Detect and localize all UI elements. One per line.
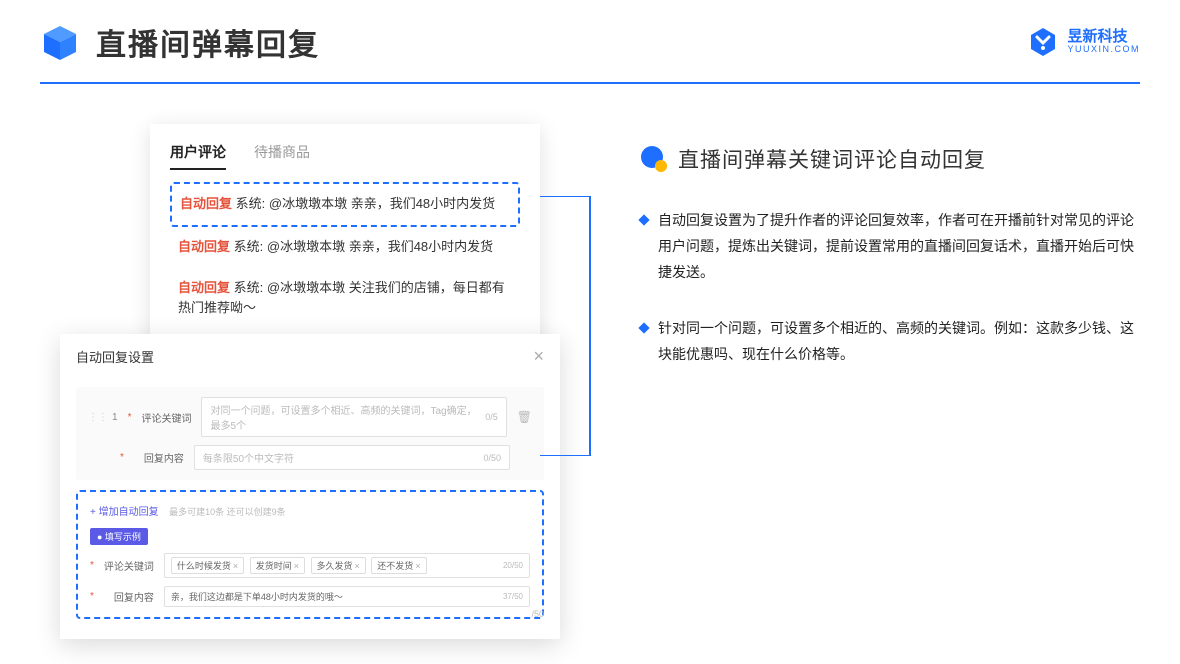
bullet-text: 自动回复设置为了提升作者的评论回复效率，作者可在开播前针对常见的评论用户问题，提… — [658, 208, 1140, 286]
trash-icon[interactable]: 🗑 — [517, 410, 532, 424]
cube-icon — [40, 22, 80, 62]
tag[interactable]: 还不发货× — [371, 557, 426, 574]
auto-reply-label: 自动回复 — [178, 239, 230, 254]
bullet-text: 针对同一个问题，可设置多个相近的、高频的关键词。例如：这款多少钱、这块能优惠吗、… — [658, 316, 1140, 368]
close-icon[interactable]: × — [533, 346, 544, 367]
drag-icon[interactable]: ⋮⋮ — [88, 412, 108, 423]
brand: 昱新科技 YUUXIN.COM — [1027, 26, 1140, 58]
placeholder: 每条限50个中文字符 — [203, 450, 294, 465]
left-stack: 用户评论 待播商品 自动回复 系统: @冰墩墩本墩 亲亲，我们48小时内发货 自… — [60, 124, 560, 594]
comment-row: 自动回复 系统: @冰墩墩本墩 亲亲，我们48小时内发货 — [170, 227, 520, 268]
header: 直播间弹幕回复 昱新科技 YUUXIN.COM — [0, 0, 1180, 64]
tag[interactable]: 发货时间× — [250, 557, 305, 574]
tabs: 用户评论 待播商品 — [170, 142, 520, 170]
brand-url: YUUXIN.COM — [1067, 45, 1140, 55]
system-label: 系统: — [236, 196, 266, 211]
system-label: 系统: — [234, 280, 264, 295]
keyword-input[interactable]: 对同一个问题，可设置多个相近、高频的关键词，Tag确定，最多5个 0/5 — [201, 397, 506, 437]
char-count: 0/5 — [485, 412, 498, 422]
add-auto-reply-link[interactable]: + 增加自动回复 — [90, 507, 159, 518]
keyword-label: 评论关键词 — [141, 410, 191, 425]
example-badge: ● 填写示例 — [90, 528, 148, 545]
reply-label: 回复内容 — [104, 589, 154, 604]
char-count: 20/50 — [503, 561, 523, 570]
section-title: 直播间弹幕关键词评论自动回复 — [678, 144, 986, 174]
diamond-icon — [638, 214, 649, 225]
reply-input[interactable]: 每条限50个中文字符 0/50 — [194, 445, 510, 470]
placeholder: 对同一个问题，可设置多个相近、高频的关键词，Tag确定，最多5个 — [210, 402, 485, 432]
comment-text: @冰墩墩本墩 亲亲，我们48小时内发货 — [269, 196, 495, 211]
reply-row: * 回复内容 每条限50个中文字符 0/50 — [88, 445, 532, 470]
chat-bubble-icon — [640, 145, 668, 173]
auto-reply-label: 自动回复 — [178, 280, 230, 295]
auto-reply-label: 自动回复 — [180, 196, 232, 211]
diamond-icon — [638, 322, 649, 333]
header-left: 直播间弹幕回复 — [40, 20, 320, 64]
row-number: ⋮⋮ 1 — [88, 412, 118, 423]
add-hint: 最多可建10条 还可以创建9条 — [169, 507, 286, 517]
example-reply-row: * 回复内容 亲，我们这边都是下单48小时内发货的哦～ 37/50 — [90, 586, 530, 607]
keyword-row: ⋮⋮ 1 * 评论关键词 对同一个问题，可设置多个相近、高频的关键词，Tag确定… — [88, 397, 532, 437]
example-reply-input[interactable]: 亲，我们这边都是下单48小时内发货的哦～ 37/50 — [164, 586, 530, 607]
char-count: 0/50 — [483, 453, 501, 463]
content: 用户评论 待播商品 自动回复 系统: @冰墩墩本墩 亲亲，我们48小时内发货 自… — [0, 84, 1180, 594]
modal-header: 自动回复设置 × — [76, 346, 544, 375]
required-icon: * — [90, 560, 94, 571]
tab-user-comments[interactable]: 用户评论 — [170, 142, 226, 170]
modal-title: 自动回复设置 — [76, 347, 154, 366]
bullet-item: 针对同一个问题，可设置多个相近的、高频的关键词。例如：这款多少钱、这块能优惠吗、… — [640, 316, 1140, 368]
keyword-label: 评论关键词 — [104, 558, 154, 573]
required-icon: * — [128, 412, 132, 423]
example-keyword-row: * 评论关键词 什么时候发货× 发货时间× 多久发货× 还不发货× 20/50 — [90, 553, 530, 578]
trailing-count: /50 — [531, 609, 544, 619]
brand-text: 昱新科技 YUUXIN.COM — [1067, 29, 1140, 55]
comment-text: @冰墩墩本墩 亲亲，我们48小时内发货 — [267, 239, 493, 254]
required-icon: * — [120, 452, 124, 463]
add-link-row: + 增加自动回复 最多可建10条 还可以创建9条 — [90, 502, 530, 520]
system-label: 系统: — [234, 239, 264, 254]
bullet-item: 自动回复设置为了提升作者的评论回复效率，作者可在开播前针对常见的评论用户问题，提… — [640, 208, 1140, 286]
tag[interactable]: 什么时候发货× — [171, 557, 244, 574]
brand-name: 昱新科技 — [1067, 29, 1140, 46]
settings-modal: 自动回复设置 × ⋮⋮ 1 * 评论关键词 对同一个问题，可设置多个相近、高频的… — [60, 334, 560, 639]
form-block: ⋮⋮ 1 * 评论关键词 对同一个问题，可设置多个相近、高频的关键词，Tag确定… — [76, 387, 544, 480]
tab-products[interactable]: 待播商品 — [254, 142, 310, 170]
right-column: 直播间弹幕关键词评论自动回复 自动回复设置为了提升作者的评论回复效率，作者可在开… — [640, 124, 1140, 594]
tag[interactable]: 多久发货× — [311, 557, 366, 574]
highlighted-comment: 自动回复 系统: @冰墩墩本墩 亲亲，我们48小时内发货 — [170, 182, 520, 227]
required-icon: * — [90, 591, 94, 602]
char-count: 37/50 — [503, 592, 523, 601]
comment-row: 自动回复 系统: @冰墩墩本墩 关注我们的店铺，每日都有热门推荐呦～ — [170, 268, 520, 330]
right-heading: 直播间弹幕关键词评论自动回复 — [640, 144, 1140, 174]
reply-label: 回复内容 — [134, 450, 184, 465]
comment-row: 自动回复 系统: @冰墩墩本墩 亲亲，我们48小时内发货 — [172, 184, 518, 225]
page-title: 直播间弹幕回复 — [96, 20, 320, 64]
reply-text: 亲，我们这边都是下单48小时内发货的哦～ — [171, 590, 343, 603]
example-keyword-input[interactable]: 什么时候发货× 发货时间× 多久发货× 还不发货× 20/50 — [164, 553, 530, 578]
example-section: + 增加自动回复 最多可建10条 还可以创建9条 ● 填写示例 * 评论关键词 … — [76, 490, 544, 619]
brand-logo-icon — [1027, 26, 1059, 58]
